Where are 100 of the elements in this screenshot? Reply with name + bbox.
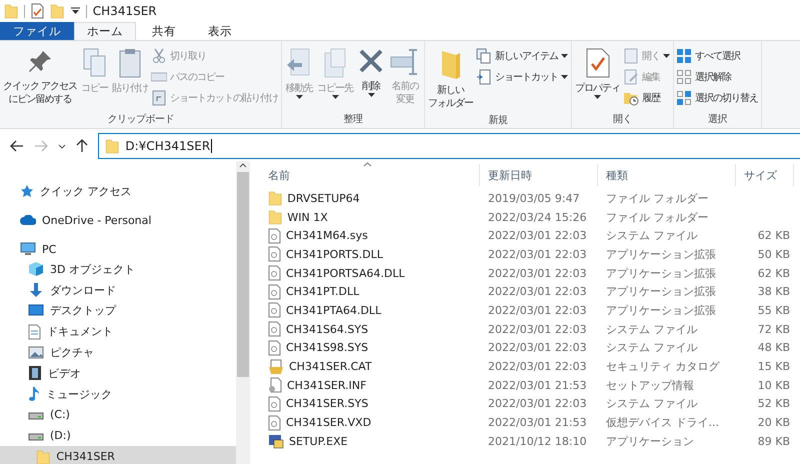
table-cell-text: 2022/03/01 22:03 (487, 397, 588, 410)
folder-icon (4, 3, 18, 19)
sidebar-item[interactable]: ピクチャ (0, 342, 236, 363)
scrollbar[interactable] (236, 161, 250, 464)
caret-icon (594, 95, 602, 99)
sidebar-item[interactable]: クイック アクセス (0, 181, 236, 201)
back-arrow-icon[interactable] (10, 140, 24, 152)
file-icon (268, 302, 281, 318)
sidebar-item[interactable]: (C:) (0, 404, 236, 426)
table-cell-text: 2022/03/01 22:03 (487, 248, 588, 261)
table-cell-text: アプリケーション拡張 (605, 266, 717, 281)
shortcut-icon (151, 90, 168, 106)
ribbon-button[interactable]: 選択の切り替え (676, 88, 760, 107)
table-cell-text: アプリケーション (605, 434, 695, 449)
ribbon-tab[interactable]: ホーム (74, 22, 136, 40)
column-header[interactable]: 名前 (260, 164, 480, 186)
dropdown-icon[interactable] (70, 7, 80, 15)
file-name[interactable]: CH341S98.SYS (260, 340, 480, 356)
column-header[interactable]: 種類 (598, 164, 736, 186)
table-cell-text: 2022/03/01 22:03 (487, 360, 588, 374)
file-name[interactable]: CH341PT.DLL (260, 284, 480, 300)
ribbon-button[interactable]: 削除 (356, 45, 386, 110)
address-field[interactable]: D:¥CH341SER (98, 133, 800, 159)
sidebar-item[interactable]: 3D オブジェクト (0, 259, 236, 280)
table-cell-text: セキュリティ カタログ (605, 359, 721, 374)
folder-icon (36, 448, 50, 464)
table-cell-text: 2022/03/01 21:53 (487, 416, 588, 430)
ribbon-button[interactable]: クイック アクセス にピン留めする (2, 45, 78, 110)
sidebar-item[interactable]: OneDrive - Personal (0, 210, 236, 230)
file-icon (268, 228, 281, 244)
table-cell-text: ファイル フォルダー (605, 190, 710, 206)
ribbon-tab[interactable]: 共有 (136, 22, 192, 40)
caret-icon (296, 95, 303, 99)
sidebar-item[interactable]: PC (0, 239, 236, 259)
up-arrow-icon[interactable] (76, 139, 88, 153)
sidebar-item[interactable]: ミュージック (0, 384, 236, 405)
file-name[interactable]: CH341SER.SYS (260, 396, 480, 412)
select-all-icon (676, 48, 692, 64)
ribbon-button[interactable]: 履歴 (623, 88, 672, 107)
invert-selection-icon (676, 90, 692, 106)
folder-icon (50, 3, 65, 19)
file-name[interactable]: CH341SER.CAT (260, 358, 480, 375)
computer-icon (20, 242, 36, 256)
scroll-thumb[interactable] (237, 172, 249, 377)
table-cell-text: 2022/03/01 22:03 (487, 266, 588, 280)
caret-icon (561, 74, 568, 78)
sidebar-item[interactable]: (D:) (0, 425, 236, 446)
scroll-up-icon[interactable] (239, 163, 247, 168)
table-cell-text: 2022/03/01 21:53 (487, 378, 588, 392)
table-cell-text: 50 KB (756, 248, 791, 261)
sidebar-item[interactable]: ドキュメント (0, 321, 236, 342)
sidebar-item[interactable]: ビデオ (0, 362, 236, 384)
table-cell-text: ファイル フォルダー (605, 210, 710, 225)
drive-icon (28, 410, 44, 420)
ribbon-button[interactable]: 新しい フォルダー (427, 45, 474, 112)
column-header[interactable]: サイズ (736, 164, 794, 186)
table-cell-text: 48 KB (756, 341, 791, 354)
ribbon-button[interactable]: 新しいアイテム (476, 46, 570, 65)
file-name[interactable]: CH341SER.VXD (260, 414, 480, 431)
ribbon-button[interactable]: 選択解除 (676, 67, 760, 86)
table-cell-text: システム ファイル (605, 228, 698, 244)
cube-icon (28, 261, 44, 278)
table-cell-text: 15 KB (756, 360, 791, 374)
table-cell-text: 2022/03/01 22:03 (487, 304, 588, 317)
copy-icon (82, 47, 108, 79)
file-name[interactable]: CH341SER.INF (260, 377, 480, 394)
caret-icon (368, 93, 375, 97)
sidebar-item[interactable]: デスクトップ (0, 300, 236, 322)
caret-icon (332, 95, 339, 99)
table-cell-text: セットアップ情報 (605, 378, 695, 393)
table-cell-text: 2019/03/05 9:47 (487, 192, 581, 205)
file-name[interactable]: WIN 1X (260, 209, 480, 226)
film-icon (28, 365, 42, 382)
folder-icon (105, 138, 120, 154)
column-header[interactable]: 更新日時 (480, 164, 598, 186)
ribbon-button[interactable]: すべて選択 (676, 46, 760, 65)
file-name[interactable]: DRVSETUP64 (260, 190, 480, 206)
shortcut-icon (476, 68, 492, 84)
clipboard-icon (117, 47, 144, 79)
cloud-icon (20, 215, 36, 225)
sidebar-item[interactable]: ダウンロード (0, 280, 236, 301)
file-name[interactable]: CH341S64.SYS (260, 321, 480, 338)
table-cell-text: 2022/03/01 22:03 (487, 229, 588, 242)
ribbon-button[interactable]: プロパティ (574, 45, 622, 110)
file-name[interactable]: CH341PORTS.DLL (260, 246, 480, 262)
sidebar-item[interactable]: CH341SER (0, 446, 236, 464)
drive-icon (28, 430, 44, 441)
file-menu-tab[interactable]: ファイル (0, 22, 74, 40)
pictures-icon (28, 346, 44, 360)
properties-icon (584, 47, 611, 79)
new-item-icon (476, 48, 492, 64)
properties-icon[interactable] (31, 3, 44, 19)
ribbon-tab[interactable]: 表示 (192, 22, 248, 40)
table-cell-text: 2022/03/01 22:03 (487, 322, 588, 336)
ribbon-button[interactable]: ショートカット (476, 67, 570, 86)
file-name[interactable]: CH341PTA64.DLL (260, 302, 480, 318)
file-name[interactable]: SETUP.EXE (260, 433, 480, 450)
file-name[interactable]: CH341M64.sys (260, 228, 480, 244)
file-name[interactable]: CH341PORTSA64.DLL (260, 265, 480, 282)
chevron-down-icon[interactable] (58, 144, 66, 148)
